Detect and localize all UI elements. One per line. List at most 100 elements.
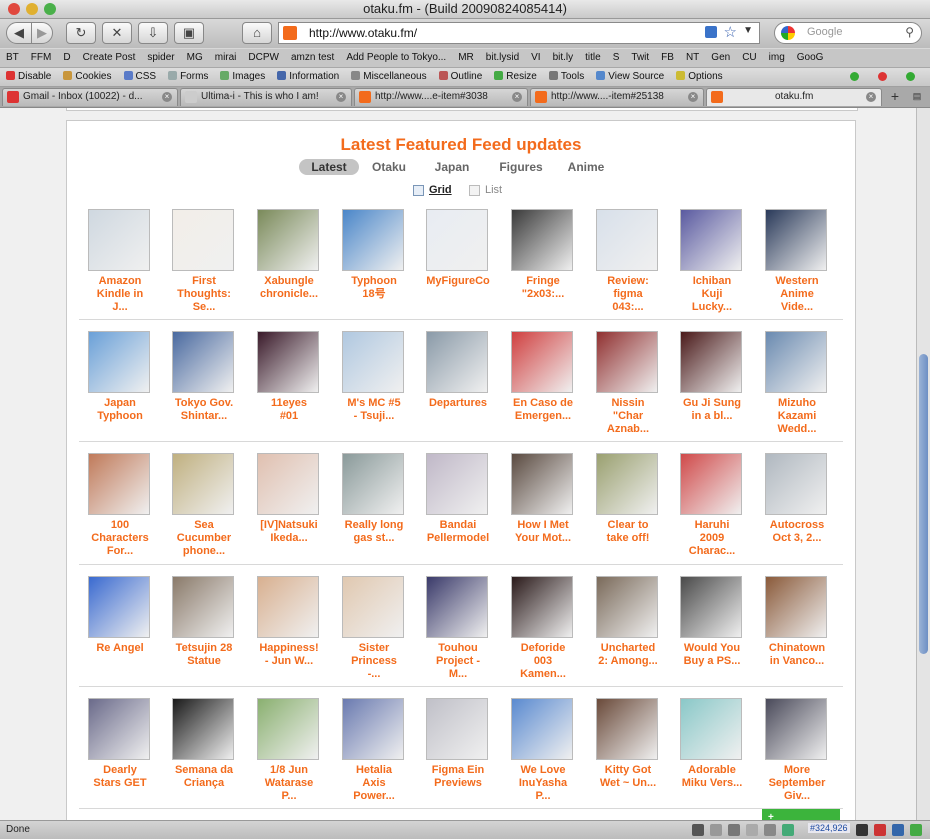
- feed-item-thumbnail[interactable]: [680, 576, 742, 638]
- grid-view-link[interactable]: Grid: [429, 184, 452, 196]
- tab-gmail[interactable]: Gmail - Inbox (10022) - d... ×: [2, 88, 178, 106]
- feed-item-thumbnail[interactable]: [172, 209, 234, 271]
- feed-item-thumbnail[interactable]: [511, 698, 573, 760]
- amazon-addon-icon[interactable]: [692, 824, 704, 836]
- addon-icon[interactable]: [728, 824, 740, 836]
- bookmark-item[interactable]: CU: [736, 49, 762, 67]
- feed-item-thumbnail[interactable]: [511, 331, 573, 393]
- feed-item-title[interactable]: 11eyes #01: [250, 397, 328, 423]
- tab-otaku-fm[interactable]: otaku.fm ×: [706, 88, 882, 106]
- feed-item-thumbnail[interactable]: [765, 331, 827, 393]
- webdev-miscellaneous-menu[interactable]: Miscellaneous: [345, 68, 432, 86]
- bookmark-item[interactable]: Add People to Tokyo...: [340, 49, 452, 67]
- feed-item-title[interactable]: Western Anime Vide...: [758, 275, 836, 314]
- close-tab-icon[interactable]: ×: [866, 92, 876, 102]
- feed-item-thumbnail[interactable]: [88, 698, 150, 760]
- feed-item-title[interactable]: Deforide 003 Kamen...: [504, 642, 582, 681]
- url-bar[interactable]: http://www.otaku.fm/ ☆ ▼: [278, 22, 760, 44]
- tab-item-25138[interactable]: http://www....-item#25138 ×: [530, 88, 704, 106]
- feed-item-title[interactable]: 100 Characters For...: [81, 519, 159, 558]
- feed-item-title[interactable]: Would You Buy a PS...: [673, 642, 751, 668]
- webdev-images-menu[interactable]: Images: [214, 68, 271, 86]
- feed-item-thumbnail[interactable]: [596, 698, 658, 760]
- webdev-cookies-menu[interactable]: Cookies: [57, 68, 117, 86]
- feed-item-title[interactable]: Fringe "2x03:...: [504, 275, 582, 301]
- feed-item-thumbnail[interactable]: [426, 209, 488, 271]
- feed-item-thumbnail[interactable]: [511, 453, 573, 515]
- feed-item-title[interactable]: Tokyo Gov. Shintar...: [165, 397, 243, 423]
- feed-item-thumbnail[interactable]: [342, 576, 404, 638]
- feed-item-title[interactable]: Nissin "Char Aznab...: [589, 397, 667, 436]
- webdev-outline-menu[interactable]: Outline: [433, 68, 489, 86]
- bookmark-item[interactable]: bit.lysid: [480, 49, 525, 67]
- bookmark-item[interactable]: FFM: [25, 49, 58, 67]
- feed-item-thumbnail[interactable]: [257, 576, 319, 638]
- reload-button[interactable]: ↻: [66, 22, 96, 44]
- addon-icon[interactable]: [782, 824, 794, 836]
- webdev-options-menu[interactable]: Options: [670, 68, 728, 86]
- feed-item-title[interactable]: Re Angel: [81, 642, 159, 655]
- bookmark-item[interactable]: BT: [0, 49, 25, 67]
- feed-item-title[interactable]: Departures: [419, 397, 497, 410]
- close-tab-icon[interactable]: ×: [512, 92, 522, 102]
- feed-item-thumbnail[interactable]: [765, 698, 827, 760]
- bookmark-item[interactable]: mirai: [209, 49, 243, 67]
- google-engine-icon[interactable]: [781, 26, 795, 40]
- feed-item-thumbnail[interactable]: [426, 698, 488, 760]
- feed-item-thumbnail[interactable]: [88, 576, 150, 638]
- zoom-window-icon[interactable]: [44, 3, 56, 15]
- bookmark-item[interactable]: amzn test: [285, 49, 340, 67]
- feed-item-title[interactable]: [IV]Natsuki Ikeda...: [250, 519, 328, 545]
- feed-item-thumbnail[interactable]: [680, 698, 742, 760]
- bookmark-item[interactable]: MR: [452, 49, 480, 67]
- feed-item-thumbnail[interactable]: [342, 331, 404, 393]
- webdev-resize-menu[interactable]: Resize: [488, 68, 543, 86]
- feed-item-thumbnail[interactable]: [88, 331, 150, 393]
- feed-item-title[interactable]: Typhoon 18号: [335, 275, 413, 301]
- bookmark-item[interactable]: Gen: [705, 49, 736, 67]
- feed-item-title[interactable]: Adorable Miku Vers...: [673, 764, 751, 790]
- feed-item-thumbnail[interactable]: [680, 453, 742, 515]
- feed-item-thumbnail[interactable]: [511, 576, 573, 638]
- feed-item-title[interactable]: Mizuho Kazami Wedd...: [758, 397, 836, 436]
- close-tab-icon[interactable]: ×: [162, 92, 172, 102]
- feed-item-thumbnail[interactable]: [172, 576, 234, 638]
- tab-japan[interactable]: Japan: [431, 159, 473, 175]
- feed-item-title[interactable]: 1/8 Jun Watarase P...: [250, 764, 328, 803]
- feed-item-title[interactable]: Ichiban Kuji Lucky...: [673, 275, 751, 314]
- addon-icon[interactable]: [874, 824, 886, 836]
- tab-figures[interactable]: Figures: [493, 159, 549, 175]
- new-tab-button[interactable]: +: [886, 88, 904, 105]
- feed-item-title[interactable]: Xabungle chronicle...: [250, 275, 328, 301]
- url-dropdown-icon[interactable]: ▼: [743, 25, 753, 36]
- feed-item-title[interactable]: Sister Princess -...: [335, 642, 413, 681]
- feed-item-title[interactable]: Clear to take off!: [589, 519, 667, 545]
- feed-item-thumbnail[interactable]: [257, 698, 319, 760]
- feed-item-title[interactable]: How I Met Your Mot...: [504, 519, 582, 545]
- feed-item-thumbnail[interactable]: [426, 331, 488, 393]
- feedback-button[interactable]: +: [762, 809, 840, 820]
- bookmark-item[interactable]: D: [57, 49, 76, 67]
- addon-icon[interactable]: [892, 824, 904, 836]
- webdev-disable-menu[interactable]: Disable: [0, 68, 57, 86]
- minimize-window-icon[interactable]: [26, 3, 38, 15]
- feed-item-thumbnail[interactable]: [596, 209, 658, 271]
- feed-item-title[interactable]: Amazon Kindle in J...: [81, 275, 159, 314]
- home-button[interactable]: ⌂: [242, 22, 272, 44]
- feed-item-thumbnail[interactable]: [426, 453, 488, 515]
- bookmark-item[interactable]: FB: [655, 49, 680, 67]
- bookmark-item[interactable]: title: [579, 49, 607, 67]
- bookmark-item[interactable]: MG: [181, 49, 209, 67]
- feed-item-thumbnail[interactable]: [257, 331, 319, 393]
- feed-item-thumbnail[interactable]: [765, 209, 827, 271]
- feed-item-title[interactable]: En Caso de Emergen...: [504, 397, 582, 423]
- close-tab-icon[interactable]: ×: [688, 92, 698, 102]
- tab-latest[interactable]: Latest: [299, 159, 359, 175]
- feed-item-title[interactable]: Chinatown in Vanco...: [758, 642, 836, 668]
- bookmark-item[interactable]: GooG: [791, 49, 830, 67]
- bookmark-item[interactable]: spider: [141, 49, 180, 67]
- feed-item-thumbnail[interactable]: [511, 209, 573, 271]
- feed-item-thumbnail[interactable]: [596, 331, 658, 393]
- feed-item-title[interactable]: Dearly Stars GET: [81, 764, 159, 790]
- feed-item-title[interactable]: MyFigureCo: [419, 275, 497, 288]
